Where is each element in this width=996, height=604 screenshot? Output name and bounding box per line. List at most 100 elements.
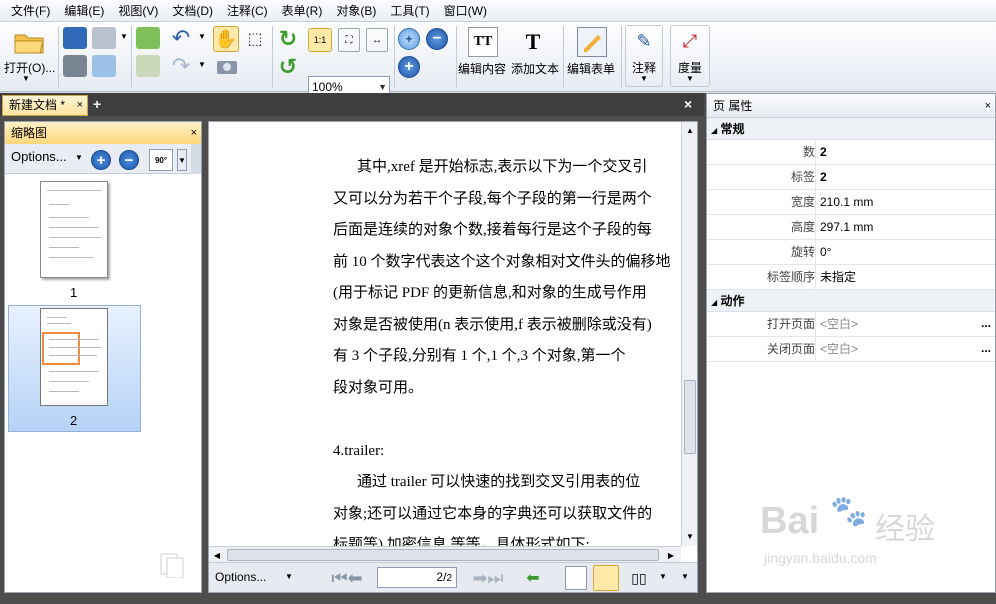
tab-close-icon[interactable]: × — [77, 96, 83, 115]
page-number-1: 1 — [70, 285, 78, 300]
tab-new-document[interactable]: 新建文档 * × — [2, 95, 88, 116]
next-last-page-icon[interactable]: ➡⏭ — [461, 566, 515, 590]
zoom-out-icon[interactable]: − — [426, 28, 448, 50]
continuous-page-icon[interactable] — [593, 565, 619, 591]
snapshot-icon[interactable] — [214, 55, 240, 77]
scroll-up-icon[interactable]: ▲ — [684, 124, 696, 136]
thumbnail-options-button[interactable]: Options... — [11, 149, 67, 164]
undo-icon[interactable]: ↶ — [166, 25, 196, 50]
menu-document[interactable]: 文档(D) — [165, 0, 220, 22]
menu-tools[interactable]: 工具(T) — [383, 0, 436, 22]
section-general[interactable]: ◢ 常规 — [707, 118, 995, 140]
page-number-input[interactable]: 2/2 — [377, 567, 457, 588]
print-icon[interactable] — [63, 55, 87, 77]
measure-dropdown-icon[interactable]: ▼ — [686, 74, 694, 83]
thumbnail-scrollbar[interactable] — [191, 144, 201, 174]
scan-icon[interactable] — [92, 27, 116, 49]
annotate-dropdown-icon[interactable]: ▼ — [640, 74, 648, 83]
page-thumbnail-2[interactable] — [40, 308, 108, 406]
add-text-label[interactable]: 添加文本 — [511, 60, 559, 77]
menu-form[interactable]: 表单(R) — [275, 0, 330, 22]
prop-row-rotation: 旋转 0° — [707, 240, 995, 265]
edit-content-label[interactable]: 编辑内容 — [458, 60, 506, 77]
prop-value: 297.1 mm — [820, 220, 874, 234]
edit-content-icon[interactable]: TT — [468, 27, 498, 57]
facing-pages-icon[interactable]: ▯▯ — [621, 566, 657, 590]
close-document-icon[interactable]: × — [684, 96, 692, 112]
page-layout-dropdown-icon[interactable]: ▼ — [659, 572, 667, 581]
view-options-button[interactable]: Options... — [215, 570, 266, 584]
doc-heading: 4.trailer: — [333, 442, 385, 459]
menu-comment[interactable]: 注释(C) — [220, 0, 275, 22]
menu-view[interactable]: 视图(V) — [111, 0, 165, 22]
select-text-icon[interactable]: ⬚ — [242, 27, 268, 51]
import-icon[interactable] — [136, 27, 160, 49]
export-icon[interactable] — [136, 55, 160, 77]
options-dropdown-icon[interactable]: ▼ — [75, 153, 83, 162]
edit-form-label[interactable]: 编辑表单 — [567, 60, 615, 77]
section-general-label: 常规 — [720, 122, 745, 136]
scroll-down-icon[interactable]: ▼ — [684, 530, 696, 542]
redo-dropdown-icon[interactable]: ▼ — [198, 60, 206, 69]
more-button[interactable]: ... — [981, 312, 991, 334]
vertical-scrollbar[interactable]: ▲ ▼ — [681, 122, 697, 546]
thumbnail-close-icon[interactable]: × — [191, 122, 197, 144]
vertical-scroll-thumb[interactable] — [684, 380, 696, 454]
rotate-cw-icon[interactable]: ↻ — [276, 26, 300, 51]
prop-value[interactable]: 未指定 — [819, 265, 856, 290]
menu-file[interactable]: 文件(F) — [4, 0, 57, 22]
rotate-dropdown-icon[interactable]: ▼ — [177, 149, 187, 171]
scroll-right-icon[interactable]: ▶ — [665, 549, 677, 561]
doc-line — [333, 404, 679, 436]
enlarge-thumbnail-icon[interactable]: + — [91, 150, 111, 170]
prop-value[interactable]: 2 — [819, 165, 827, 190]
open-dropdown-icon[interactable]: ▼ — [22, 74, 30, 83]
undo-dropdown-icon[interactable]: ▼ — [198, 32, 206, 41]
prop-key: 旋转 — [790, 245, 815, 259]
hand-tool-icon[interactable]: ✋ — [213, 26, 239, 52]
view-options-dropdown-icon[interactable]: ▼ — [285, 572, 293, 581]
new-tab-icon[interactable]: + — [93, 96, 101, 112]
single-page-icon[interactable] — [565, 566, 587, 590]
menu-edit[interactable]: 编辑(E) — [57, 0, 111, 22]
doc-line: (用于标记 PDF 的更新信息,和对象的生成号作用 — [333, 285, 647, 301]
first-prev-page-icon[interactable]: ⏮⬅ — [319, 566, 375, 590]
collapse-icon: ◢ — [711, 298, 718, 307]
rotate-ccw-icon[interactable]: ↺ — [276, 54, 300, 79]
document-view[interactable]: 其中,xref 是开始标志,表示以下为一个交叉引 又可以分为若干个子段,每个子段… — [208, 121, 698, 593]
section-actions[interactable]: ◢ 动作 — [707, 290, 995, 312]
menu-window[interactable]: 窗口(W) — [437, 0, 494, 22]
prop-row-label: 标签 2 — [707, 165, 995, 190]
menu-object[interactable]: 对象(B) — [329, 0, 383, 22]
prop-row-tab-order: 标签顺序 未指定 — [707, 265, 995, 290]
fit-width-icon[interactable]: ↔ — [366, 28, 388, 52]
viewport-indicator[interactable] — [42, 332, 80, 365]
go-back-icon[interactable]: ⬅ — [521, 566, 545, 590]
redo-icon[interactable]: ↷ — [166, 53, 196, 78]
horizontal-scrollbar[interactable]: ◀ ▶ — [209, 546, 681, 562]
email-icon[interactable] — [92, 55, 116, 77]
actual-size-button[interactable]: 1:1 — [308, 28, 332, 52]
more-button[interactable]: ... — [981, 337, 991, 359]
add-text-icon[interactable]: T — [518, 27, 548, 57]
prop-row-open-page: 打开页面 <空白>... — [707, 312, 995, 337]
shrink-thumbnail-icon[interactable]: − — [119, 150, 139, 170]
zoom-in-tool-icon[interactable]: + — [398, 28, 420, 50]
horizontal-scroll-thumb[interactable] — [227, 549, 659, 561]
properties-close-icon[interactable]: × — [985, 94, 991, 118]
doc-line: 通过 trailer 可以快速的找到交叉引用表的位 — [357, 474, 641, 490]
more-dropdown-icon[interactable]: ▼ — [681, 572, 689, 581]
menu-bar: 文件(F) 编辑(E) 视图(V) 文档(D) 注释(C) 表单(R) 对象(B… — [0, 0, 996, 22]
properties-title: 页 属性 — [713, 99, 753, 113]
open-folder-icon[interactable] — [12, 28, 46, 56]
page-thumbnail-1[interactable] — [40, 181, 108, 278]
save-icon[interactable] — [63, 27, 87, 49]
scroll-left-icon[interactable]: ◀ — [211, 549, 223, 561]
scan-dropdown-icon[interactable]: ▼ — [120, 32, 128, 41]
fit-page-icon[interactable]: ⛶ — [338, 28, 360, 52]
prop-row-height: 高度 297.1 mm — [707, 215, 995, 240]
zoom-in-icon[interactable]: + — [398, 56, 420, 78]
rotate-page-button[interactable]: 90° — [149, 149, 173, 171]
prop-value[interactable]: 0° — [819, 240, 831, 265]
edit-form-icon[interactable] — [577, 27, 607, 57]
